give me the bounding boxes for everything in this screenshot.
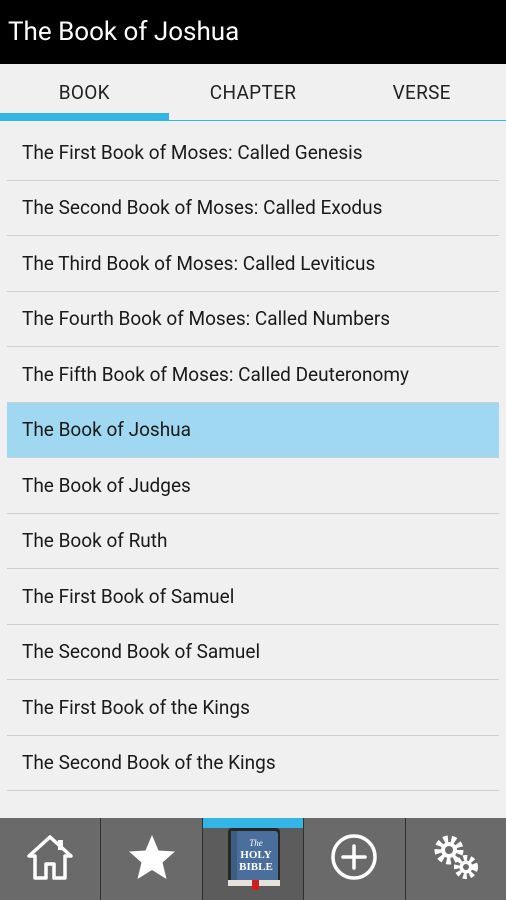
list-item-label: The Third Book of Moses: Called Leviticu… — [22, 251, 376, 275]
list-item-selected[interactable]: The Book of Joshua — [7, 402, 499, 458]
list-item[interactable]: The Book of Judges — [7, 458, 499, 514]
list-item-label: The Second Book of Moses: Called Exodus — [22, 196, 383, 220]
list-item-label: The First Book of the Kings — [22, 695, 250, 719]
list-item-label: The First Book of Samuel — [22, 584, 235, 608]
list-item-label: The Second Book of the Kings — [22, 751, 276, 775]
settings-button[interactable] — [406, 818, 506, 900]
list-item[interactable]: The Book of Ruth — [7, 514, 499, 569]
list-item[interactable]: The Second Book of Moses: Called Exodus — [7, 181, 499, 236]
list-item[interactable]: The First Book of Moses: Called Genesis — [7, 125, 499, 181]
list-item-label: The Fifth Book of Moses: Called Deuteron… — [22, 362, 409, 386]
tab-bar: BOOK CHAPTER VERSE — [0, 64, 506, 121]
book-list: The First Book of Moses: Called Genesis … — [7, 125, 499, 791]
page-title: The Book of Joshua — [8, 17, 240, 47]
list-item[interactable]: The Second Book of Samuel — [7, 625, 499, 680]
list-item[interactable]: The First Book of the Kings — [7, 680, 499, 736]
list-item[interactable]: The First Book of Samuel — [7, 569, 499, 625]
tab-book-label: BOOK — [58, 80, 110, 104]
holy-bible-icon: The HOLY BIBLE — [222, 824, 284, 894]
tab-verse-label: VERSE — [392, 80, 451, 104]
bible-logo-line2: HOLY — [240, 849, 271, 861]
list-item[interactable]: The Second Book of the Kings — [7, 736, 499, 791]
title-bar: The Book of Joshua — [0, 0, 506, 64]
list-item-label: The Book of Judges — [22, 473, 191, 497]
list-item[interactable]: The Fourth Book of Moses: Called Numbers — [7, 292, 499, 347]
add-circle-icon — [329, 832, 379, 886]
favorites-button[interactable] — [101, 818, 203, 900]
list-item-label: The Fourth Book of Moses: Called Numbers — [22, 307, 391, 331]
bottom-nav: The HOLY BIBLE — [0, 818, 506, 900]
list-item-label: The Book of Ruth — [22, 529, 168, 553]
star-icon — [127, 832, 177, 886]
tab-chapter[interactable]: CHAPTER — [169, 64, 338, 120]
tab-verse[interactable]: VERSE — [337, 64, 506, 120]
home-button[interactable] — [0, 818, 102, 900]
add-button[interactable] — [304, 818, 406, 900]
bible-button[interactable]: The HOLY BIBLE — [202, 818, 305, 900]
list-item[interactable]: The Third Book of Moses: Called Leviticu… — [7, 236, 499, 292]
list-item[interactable]: The Fifth Book of Moses: Called Deuteron… — [7, 347, 499, 403]
home-icon — [25, 832, 75, 886]
list-item-label: The Second Book of Samuel — [22, 640, 261, 664]
bible-logo-line3: BIBLE — [239, 861, 273, 873]
gears-icon — [431, 832, 481, 886]
list-item-label: The First Book of Moses: Called Genesis — [22, 140, 363, 164]
list-item-label: The Book of Joshua — [22, 418, 191, 442]
bible-logo-line1: The — [249, 838, 263, 848]
tab-chapter-label: CHAPTER — [209, 80, 297, 104]
tab-book[interactable]: BOOK — [0, 64, 169, 121]
